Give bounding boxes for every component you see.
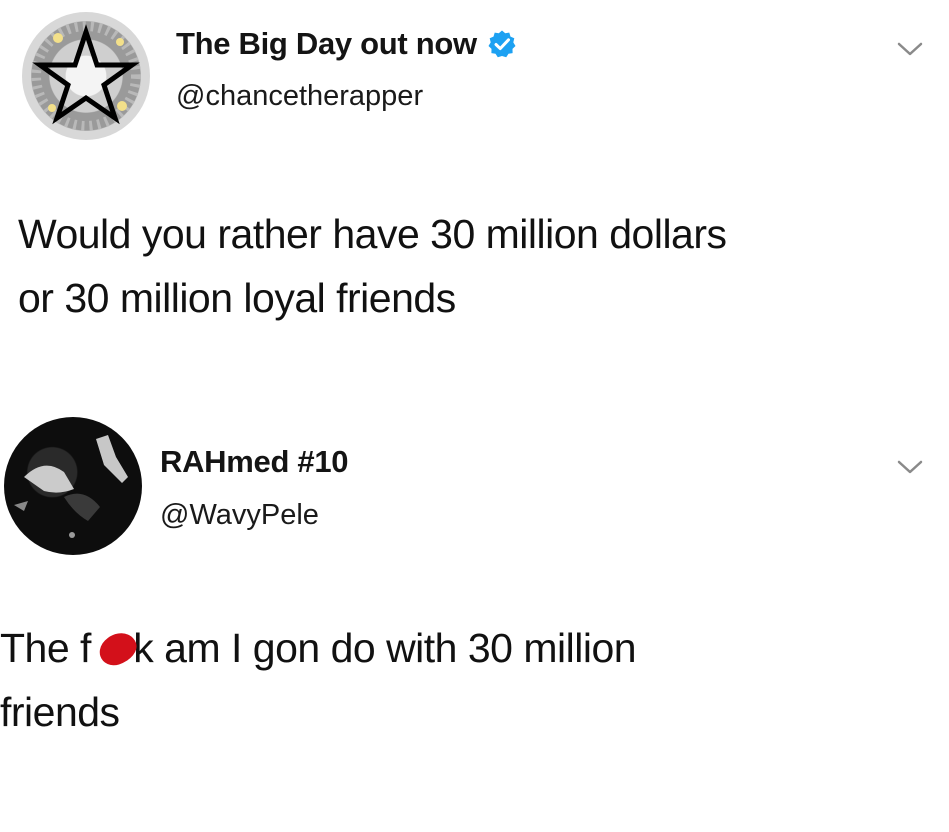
display-name[interactable]: The Big Day out now (176, 26, 477, 62)
tweet-body: Would you rather have 30 million dollars… (18, 202, 933, 330)
author-name-row: RAHmed #10 (160, 444, 349, 480)
tweet-text-line: or 30 million loyal friends (18, 275, 456, 321)
censored-word: uc (91, 616, 141, 680)
verified-badge-icon (488, 30, 516, 58)
tweet-text-line: The fuck am I gon do with 30 million (0, 616, 900, 680)
avatar[interactable] (22, 12, 150, 140)
tweet-text-line: Would you rather have 30 million dollars (18, 211, 727, 257)
tweet-text-line: friends (0, 689, 120, 735)
star-icon (31, 21, 141, 131)
display-name[interactable]: RAHmed #10 (160, 444, 349, 480)
tweet-reply: RAHmed #10 @WavyPele The fuck am I gon d… (0, 400, 949, 820)
chevron-down-icon[interactable] (895, 38, 925, 60)
tweet-original: The Big Day out now @chancetherapper Wou… (0, 0, 949, 380)
person-photo-icon (14, 435, 128, 538)
tweet-text-segment: The f (0, 625, 91, 671)
tweet-body: The fuck am I gon do with 30 million fri… (0, 616, 900, 744)
user-handle[interactable]: @WavyPele (160, 499, 319, 532)
chevron-down-icon[interactable] (895, 456, 925, 478)
author-name-row: The Big Day out now (176, 26, 517, 62)
avatar[interactable] (4, 417, 142, 555)
user-handle[interactable]: @chancetherapper (176, 80, 423, 113)
tweet-text-segment: am I gon do with 30 million (153, 625, 637, 671)
